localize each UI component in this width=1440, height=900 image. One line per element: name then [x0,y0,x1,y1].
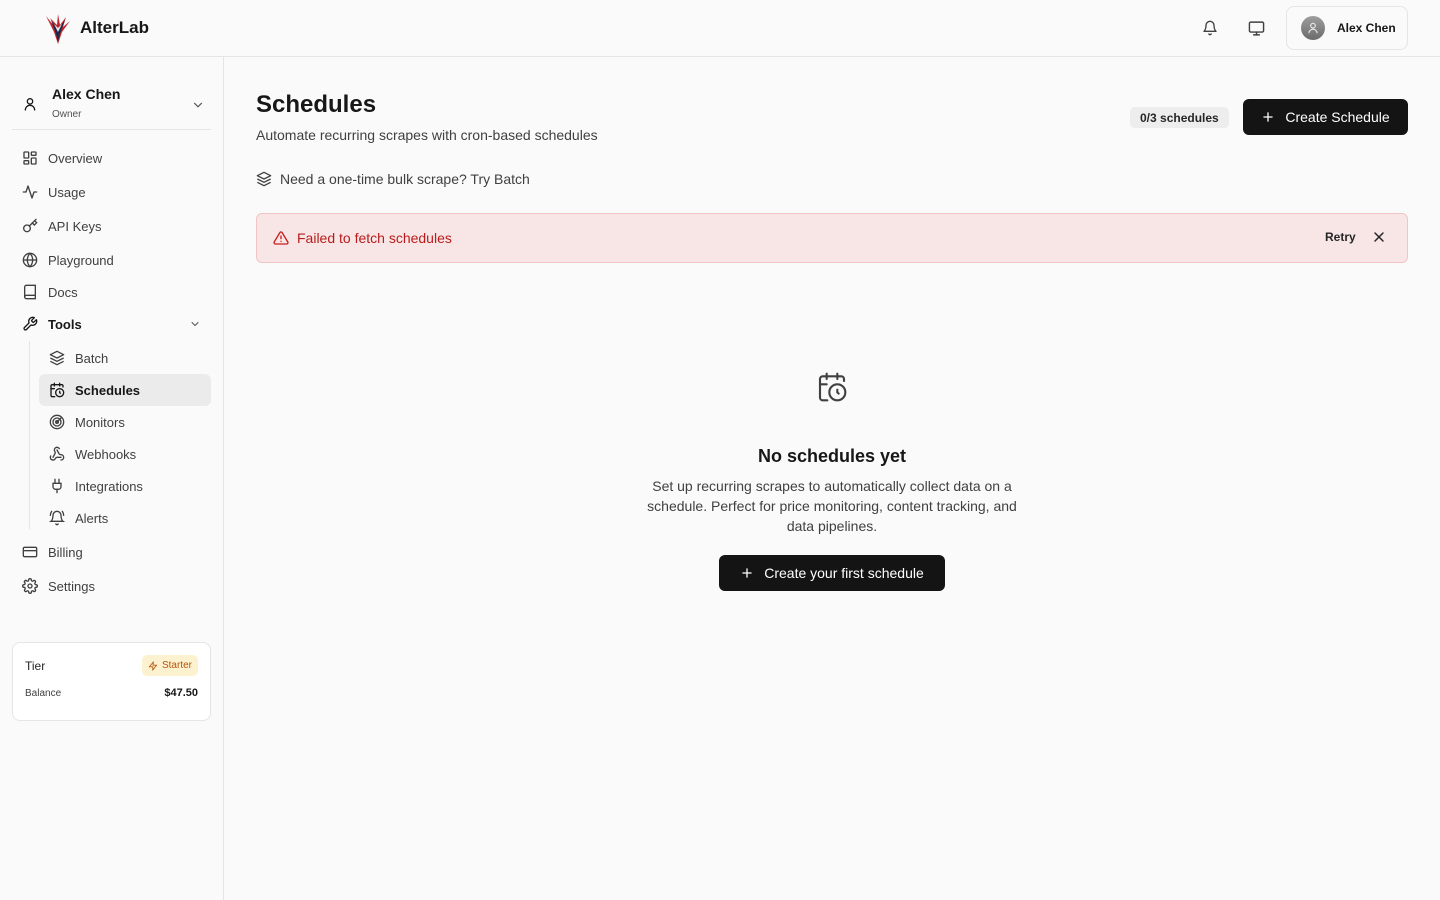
sidebar: Alex Chen Owner Overview Usage API Keys … [0,57,224,900]
notifications-button[interactable] [1194,12,1226,44]
schedule-quota-badge: 0/3 schedules [1130,107,1229,128]
tier-value: Starter [161,660,192,671]
sidebar-item-batch[interactable]: Batch [39,342,211,374]
error-alert: Failed to fetch schedules Retry [256,213,1408,263]
brand-name[interactable]: AlterLab [80,18,149,38]
create-schedule-button[interactable]: Create Schedule [1243,99,1408,135]
tier-label: Tier [25,659,46,673]
plug-icon [52,478,62,494]
tier-badge: Starter [141,655,198,676]
sidebar-item-label: Tools [48,317,82,332]
gear-icon [22,578,38,594]
warning-triangle-icon [273,231,289,245]
layers-icon [49,350,65,366]
sidebar-item-overview[interactable]: Overview [12,143,211,173]
alert-message: Failed to fetch schedules [297,230,452,246]
theme-toggle-button[interactable] [1240,12,1272,44]
book-icon [24,284,36,300]
bell-ring-icon [49,510,65,526]
account-switcher[interactable]: Alex Chen Owner [12,69,211,129]
user-icon [24,98,36,111]
wrench-icon [23,316,38,331]
create-schedule-label: Create Schedule [1285,109,1390,125]
globe-icon [22,252,38,268]
sidebar-item-label: Playground [48,253,114,268]
account-name: Alex Chen [52,86,121,102]
user-name: Alex Chen [1337,21,1396,35]
tier-card: Tier Starter Balance $47.50 [12,642,211,721]
alterlab-logo[interactable] [44,12,72,46]
sidebar-item-label: Batch [75,351,109,366]
sidebar-item-tools[interactable]: Tools [12,309,211,339]
sidebar-item-label: Billing [48,545,83,560]
sidebar-item-monitors[interactable]: Monitors [39,406,211,438]
lightning-icon [148,660,158,671]
calendar-clock-icon [50,382,65,398]
retry-button[interactable]: Retry [1325,230,1356,244]
grid-icon [23,151,37,165]
avatar [1301,16,1325,40]
sidebar-item-label: Schedules [75,383,141,398]
sidebar-item-label: Alerts [75,511,109,526]
key-icon [23,218,38,233]
page-subtitle: Automate recurring scrapes with cron-bas… [256,127,598,143]
balance-value: $47.50 [164,687,198,699]
sidebar-item-label: Webhooks [75,447,137,462]
close-icon[interactable] [1371,229,1387,245]
sidebar-item-label: Monitors [75,415,125,430]
account-role: Owner [52,109,82,120]
monitor-icon [1248,20,1264,36]
chevron-down-icon [191,322,199,327]
create-first-schedule-label: Create your first schedule [764,565,924,581]
sidebar-item-label: API Keys [48,219,102,234]
chevron-down-icon [193,102,203,108]
create-first-schedule-button[interactable]: Create your first schedule [719,555,945,591]
sidebar-item-integrations[interactable]: Integrations [39,470,211,502]
sidebar-item-schedules[interactable]: Schedules [39,374,211,406]
bell-icon [1203,20,1217,36]
submenu-rail [29,341,30,529]
sidebar-item-docs[interactable]: Docs [12,277,211,307]
sidebar-item-webhooks[interactable]: Webhooks [39,438,211,470]
sidebar-item-label: Usage [48,185,86,200]
layers-icon [256,171,272,187]
empty-state-description: Set up recurring scrapes to automaticall… [647,478,1017,534]
sidebar-item-playground[interactable]: Playground [12,245,211,275]
plus-icon [1263,112,1274,122]
sidebar-item-label: Overview [48,151,103,166]
batch-hint-link[interactable]: Need a one-time bulk scrape? Try Batch [256,170,530,188]
sidebar-item-billing[interactable]: Billing [12,537,211,567]
plus-icon [742,568,752,578]
balance-label: Balance [25,688,62,699]
sidebar-item-label: Docs [48,285,78,300]
sidebar-item-settings[interactable]: Settings [12,571,211,601]
webhook-icon [49,446,65,461]
page-title: Schedules [256,91,377,118]
empty-state-title: No schedules yet [757,446,907,466]
radar-icon [49,414,65,430]
batch-hint-text: Need a one-time bulk scrape? Try Batch [280,171,530,187]
sidebar-item-api-keys[interactable]: API Keys [12,211,211,241]
sidebar-item-label: Settings [48,579,95,594]
activity-icon [22,185,38,199]
sidebar-item-label: Integrations [75,479,143,494]
user-menu-button[interactable]: Alex Chen [1286,6,1408,50]
sidebar-item-usage[interactable]: Usage [12,177,211,207]
sidebar-item-alerts[interactable]: Alerts [39,502,211,534]
calendar-clock-icon [818,372,847,402]
divider [12,129,211,130]
credit-card-icon [22,546,38,558]
top-bar: AlterLab Alex Chen [0,0,1440,57]
